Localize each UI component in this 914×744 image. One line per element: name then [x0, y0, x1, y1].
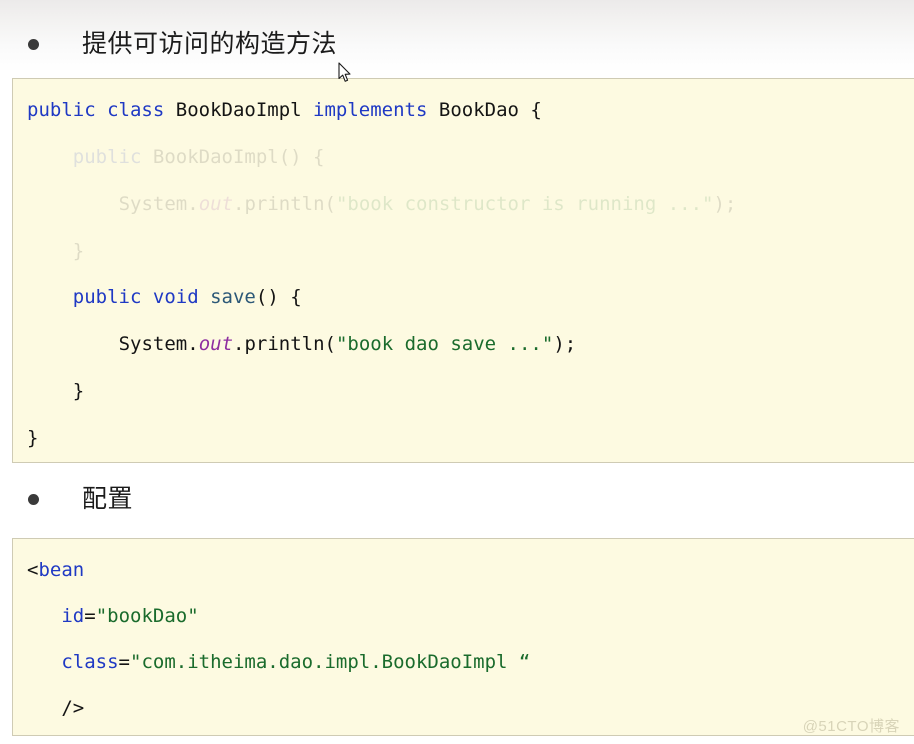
xml-code-token: <: [27, 559, 39, 581]
java-code-token: .: [187, 333, 199, 355]
java-code-token: );: [553, 333, 577, 355]
java-code-line: public class BookDaoImpl implements Book…: [27, 101, 542, 120]
java-code-token: void: [152, 286, 199, 308]
java-code-token: {: [518, 99, 542, 121]
java-code-line: }: [73, 382, 84, 401]
java-code-token: .println(: [233, 333, 336, 355]
java-code-token: );: [713, 193, 737, 215]
code-block-xml: <bean id="bookDao" class="com.itheima.dao.…: [12, 538, 914, 736]
bottom-divider: [12, 735, 914, 736]
xml-code-line: />: [61, 699, 84, 718]
xml-code-token: =: [84, 605, 96, 627]
bullet-dot-icon: [28, 494, 39, 505]
java-code-token: "book dao save ...": [335, 333, 554, 355]
java-code-token: () {: [278, 146, 325, 168]
xml-code-line: class="com.itheima.dao.impl.BookDaoImpl …: [61, 653, 530, 672]
xml-code-token: bean: [38, 559, 85, 581]
java-code-token: implements: [313, 99, 428, 121]
java-code-token: [96, 99, 107, 121]
java-code-token: }: [27, 427, 39, 449]
java-code-token: System: [118, 333, 188, 355]
java-code-token: "book constructor is running ...": [335, 193, 714, 215]
java-code-token: .: [187, 193, 199, 215]
java-code-token: BookDaoImpl: [152, 146, 279, 168]
java-code-token: [141, 146, 152, 168]
java-code-token: [427, 99, 438, 121]
java-code-token: [141, 286, 152, 308]
slide-content: 提供可访问的构造方法 public class BookDaoImpl impl…: [0, 0, 914, 744]
java-code-line: }: [73, 242, 84, 261]
java-code-token: class: [107, 99, 165, 121]
xml-code-line: id="bookDao": [61, 607, 198, 626]
java-code-token: }: [72, 380, 85, 402]
java-code-token: System: [118, 193, 188, 215]
site-watermark: @51CTO博客: [802, 718, 900, 735]
bullet-heading-label: 提供可访问的构造方法: [82, 30, 338, 58]
xml-code-token: id: [61, 605, 85, 627]
java-code-token: out: [198, 193, 234, 215]
java-code-token: }: [72, 240, 85, 262]
java-code-line: public void save() {: [73, 288, 302, 307]
java-code-token: [302, 99, 313, 121]
java-code-token: [199, 286, 210, 308]
java-code-line: }: [27, 429, 38, 448]
java-code-token: BookDao: [438, 99, 519, 121]
code-block-java: public class BookDaoImpl implements Book…: [12, 78, 914, 463]
xml-code-line: <bean: [27, 561, 84, 580]
java-code-line: System.out.println("book dao save ...");: [119, 335, 577, 354]
xml-code-token: "com.itheima.dao.impl.BookDaoImpl “: [130, 651, 531, 673]
java-code-token: public: [72, 286, 142, 308]
java-code-token: public: [72, 146, 142, 168]
java-code-token: .println(: [233, 193, 336, 215]
xml-code-token: "bookDao": [95, 605, 199, 627]
bullet-heading-label: 配置: [82, 485, 134, 513]
java-code-token: save: [210, 286, 256, 308]
java-code-line: System.out.println("book constructor is …: [119, 195, 737, 214]
xml-code-token: />: [61, 697, 85, 719]
bullet-heading-config: 配置: [28, 487, 133, 512]
java-code-line: public BookDaoImpl() {: [73, 148, 325, 167]
xml-code-token: class: [61, 651, 119, 673]
xml-code-token: =: [118, 651, 130, 673]
java-code-token: () {: [255, 286, 302, 308]
java-code-token: public: [27, 99, 96, 121]
bullet-heading-constructor: 提供可访问的构造方法: [28, 32, 337, 57]
java-code-token: BookDaoImpl: [175, 99, 302, 121]
bullet-dot-icon: [28, 39, 39, 50]
java-code-token: out: [198, 333, 234, 355]
java-code-token: [164, 99, 175, 121]
